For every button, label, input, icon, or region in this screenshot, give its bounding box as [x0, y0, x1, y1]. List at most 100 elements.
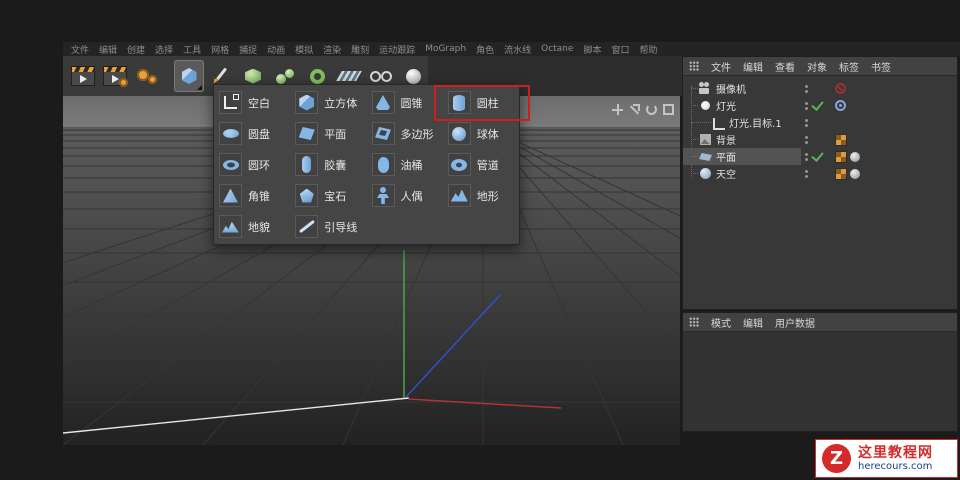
deformer-icon [309, 68, 325, 84]
visibility-dots[interactable] [805, 101, 808, 110]
menu-item-null[interactable]: 空白 [214, 87, 290, 118]
menu-item-pyramid[interactable]: 角锥 [214, 180, 290, 211]
sphere-icon [452, 126, 467, 141]
menu-item-torus[interactable]: 圆环 [214, 149, 290, 180]
tab-edit[interactable]: 编辑 [743, 315, 763, 330]
menubar-item[interactable]: 雕刻 [351, 43, 369, 56]
object-row-background[interactable]: 背景 [683, 131, 957, 148]
object-manager-menubar: 文件 编辑 查看 对象 标签 书签 [683, 57, 957, 76]
primitives-button[interactable] [174, 60, 204, 92]
capsule-icon [302, 156, 312, 173]
tab-file[interactable]: 文件 [711, 59, 731, 74]
null-axis-icon [713, 117, 725, 130]
menu-item-landscape[interactable]: 地形 [443, 180, 519, 211]
texture-tag-icon[interactable] [835, 150, 847, 163]
menubar-item[interactable]: 模拟 [295, 43, 313, 56]
oil-tank-icon [377, 156, 389, 173]
menu-item-relief[interactable]: 地貌 [214, 211, 290, 242]
tab-view[interactable]: 查看 [775, 59, 795, 74]
menu-item-figure[interactable]: 人偶 [367, 180, 443, 211]
null-icon [224, 94, 239, 109]
menu-item-cube[interactable]: 立方体 [290, 87, 366, 118]
object-manager-panel: 文件 编辑 查看 对象 标签 书签 摄像机 灯光 灯光.目标.1 背景 平面 天… [682, 56, 958, 310]
cone-icon [376, 95, 390, 110]
disabled-icon[interactable] [835, 83, 846, 94]
object-row-light-target[interactable]: 灯光.目标.1 [683, 114, 957, 131]
interactive-render-button[interactable] [132, 60, 162, 92]
phong-tag-icon[interactable] [850, 168, 860, 179]
visibility-dots[interactable] [805, 118, 808, 127]
menubar-item[interactable]: 帮助 [639, 43, 657, 56]
visibility-dots[interactable] [805, 135, 808, 144]
menu-item-polygon[interactable]: 多边形 [367, 118, 443, 149]
visibility-dots[interactable] [805, 84, 808, 93]
toggle-view-icon[interactable] [663, 104, 674, 115]
texture-tag-icon[interactable] [835, 133, 847, 146]
menu-item-sphere[interactable]: 球体 [443, 118, 519, 149]
cloner-icon [276, 68, 294, 84]
primitives-menu: 空白 立方体 圆锥 圆柱 圆盘 平面 多边形 球体 圆环 胶囊 油桶 管道 角锥… [213, 84, 520, 245]
menubar-item[interactable]: 编辑 [99, 43, 117, 56]
watermark-logo-icon: Z [822, 444, 851, 473]
object-row-camera[interactable]: 摄像机 [683, 80, 957, 97]
dolly-icon[interactable] [629, 104, 640, 115]
plane-icon [298, 127, 315, 140]
enabled-check-icon[interactable] [811, 149, 824, 162]
disc-icon [222, 129, 239, 138]
menu-item-oil-tank[interactable]: 油桶 [367, 149, 443, 180]
tab-bookmarks[interactable]: 书签 [871, 59, 891, 74]
panel-handle-icon[interactable] [689, 317, 699, 327]
enabled-check-icon[interactable] [811, 98, 824, 111]
material-sphere-icon [405, 68, 421, 84]
menubar-item[interactable]: 角色 [476, 43, 494, 56]
tree-connector [691, 156, 698, 157]
menubar-item[interactable]: Octane [541, 44, 573, 54]
target-tag-icon[interactable] [835, 100, 846, 111]
tree-connector [691, 139, 698, 140]
menu-item-cylinder[interactable]: 圆柱 [443, 87, 519, 118]
panel-handle-icon[interactable] [689, 61, 699, 71]
object-row-light[interactable]: 灯光 [683, 97, 957, 114]
render-view-button[interactable] [68, 60, 98, 92]
object-row-sky[interactable]: 天空 [683, 165, 957, 182]
menu-item-cone[interactable]: 圆锥 [367, 87, 443, 118]
menubar-item[interactable]: 窗口 [611, 43, 629, 56]
menubar-item[interactable]: 渲染 [323, 43, 341, 56]
visibility-dots[interactable] [805, 152, 808, 161]
tab-edit[interactable]: 编辑 [743, 59, 763, 74]
texture-tag-icon[interactable] [835, 167, 847, 180]
menu-item-capsule[interactable]: 胶囊 [290, 149, 366, 180]
menubar-item[interactable]: 创建 [127, 43, 145, 56]
camera-object-icon [699, 82, 712, 95]
visibility-dots[interactable] [805, 169, 808, 178]
menu-item-guide[interactable]: 引导线 [290, 211, 366, 242]
tab-user-data[interactable]: 用户数据 [775, 315, 815, 330]
pan-icon[interactable] [612, 104, 623, 115]
menubar-item[interactable]: 选择 [155, 43, 173, 56]
pyramid-icon [223, 188, 238, 203]
tab-tags[interactable]: 标签 [839, 59, 859, 74]
menubar-item[interactable]: MoGraph [425, 44, 466, 54]
tab-objects[interactable]: 对象 [807, 59, 827, 74]
menubar-item[interactable]: 文件 [71, 43, 89, 56]
menubar-item[interactable]: 捕捉 [239, 43, 257, 56]
menu-item-plane[interactable]: 平面 [290, 118, 366, 149]
menu-item-tube[interactable]: 管道 [443, 149, 519, 180]
object-row-plane[interactable]: 平面 [683, 148, 957, 165]
menubar-item[interactable]: 运动跟踪 [379, 43, 415, 56]
plane-object-icon [699, 150, 712, 163]
render-settings-button[interactable] [100, 60, 130, 92]
menu-item-platonic[interactable]: 宝石 [290, 180, 366, 211]
rotate-icon[interactable] [646, 104, 657, 115]
menubar-item[interactable]: 流水线 [504, 43, 531, 56]
menu-item-disc[interactable]: 圆盘 [214, 118, 290, 149]
cylinder-icon [453, 94, 466, 111]
menubar-item[interactable]: 网格 [211, 43, 229, 56]
tab-mode[interactable]: 模式 [711, 315, 731, 330]
menubar-item[interactable]: 脚本 [583, 43, 601, 56]
phong-tag-icon[interactable] [850, 151, 860, 162]
toolbar-separator [163, 56, 173, 96]
environment-rings-icon [370, 70, 392, 83]
menubar-item[interactable]: 动画 [267, 43, 285, 56]
menubar-item[interactable]: 工具 [183, 43, 201, 56]
